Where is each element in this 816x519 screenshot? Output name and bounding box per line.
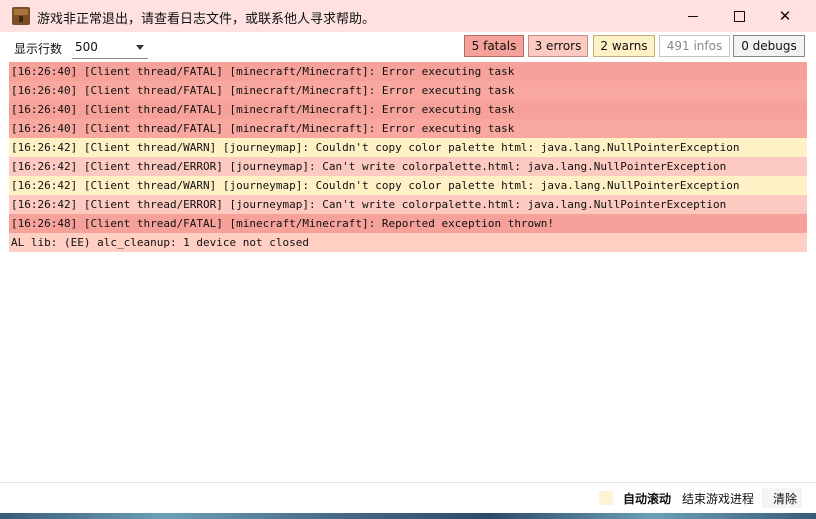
rows-count-value: 500 [75, 40, 98, 54]
log-line: [16:26:48] [Client thread/FATAL] [minecr… [9, 214, 807, 233]
rows-label: 显示行数 [14, 42, 63, 56]
filter-errors-toggle[interactable]: 3 errors [528, 35, 588, 57]
log-line: [16:26:42] [Client thread/WARN] [journey… [9, 138, 807, 157]
minecraft-block-icon [12, 7, 30, 25]
minimize-icon [688, 15, 698, 17]
chevron-down-icon [136, 45, 144, 50]
title-bar[interactable]: 游戏非正常退出，请查看日志文件，或联系他人寻求帮助。 ✕ [0, 0, 816, 32]
log-view[interactable]: [16:26:40] [Client thread/FATAL] [minecr… [9, 62, 807, 482]
log-line: [16:26:40] [Client thread/FATAL] [minecr… [9, 119, 807, 138]
filter-infos-toggle[interactable]: 491 infos [659, 35, 730, 57]
log-toolbar: 显示行数 500 5 fatals 3 errors 2 warns 491 i… [0, 32, 816, 62]
close-button[interactable]: ✕ [762, 0, 808, 32]
log-line: [16:26:42] [Client thread/WARN] [journey… [9, 176, 807, 195]
rows-count-select[interactable]: 500 [72, 36, 148, 59]
window-title: 游戏非正常退出，请查看日志文件，或联系他人寻求帮助。 [37, 12, 376, 27]
filter-warns-toggle[interactable]: 2 warns [593, 35, 655, 57]
minimize-button[interactable] [670, 0, 716, 32]
clear-button[interactable]: 清除 [773, 490, 797, 507]
maximize-icon [733, 10, 745, 22]
autoscroll-checkbox[interactable] [599, 491, 613, 505]
maximize-button[interactable] [716, 0, 762, 32]
log-line: [16:26:42] [Client thread/ERROR] [journe… [9, 195, 807, 214]
status-bar: 自动滚动 结束游戏进程 清除 [0, 482, 816, 513]
log-line: [16:26:40] [Client thread/FATAL] [minecr… [9, 81, 807, 100]
log-line: [16:26:40] [Client thread/FATAL] [minecr… [9, 100, 807, 119]
close-icon: ✕ [778, 7, 792, 25]
autoscroll-toggle[interactable]: 自动滚动 [623, 490, 671, 507]
filter-fatals-toggle[interactable]: 5 fatals [464, 35, 524, 57]
crash-log-window: 游戏非正常退出，请查看日志文件，或联系他人寻求帮助。 ✕ 显示行数 500 5 … [0, 0, 816, 513]
end-process-button[interactable]: 结束游戏进程 [682, 490, 754, 507]
log-line: AL lib: (EE) alc_cleanup: 1 device not c… [9, 233, 807, 252]
log-line: [16:26:40] [Client thread/FATAL] [minecr… [9, 62, 807, 81]
filter-debugs-toggle[interactable]: 0 debugs [733, 35, 805, 57]
log-line: [16:26:42] [Client thread/ERROR] [journe… [9, 157, 807, 176]
